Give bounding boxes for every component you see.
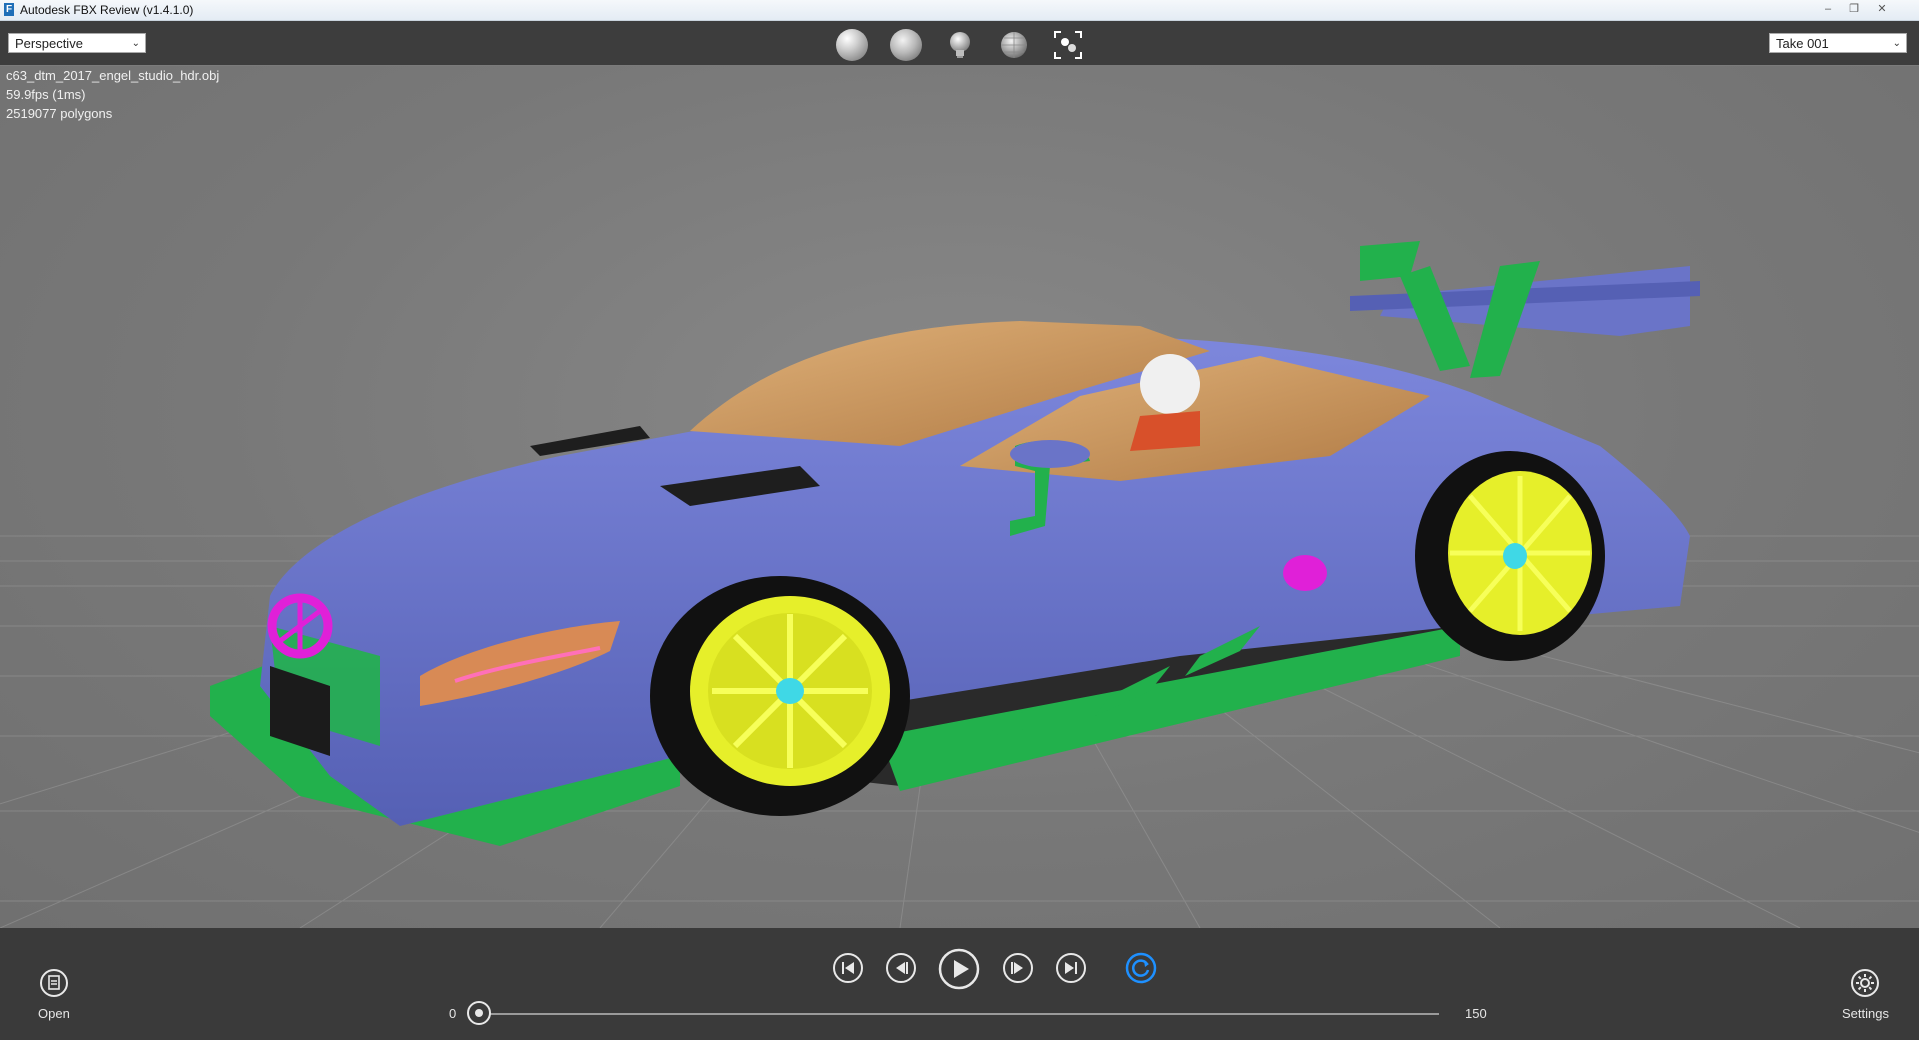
camera-select-value: Perspective [15, 36, 83, 51]
polygon-count-label: 2519077 polygons [6, 106, 113, 121]
go-to-end-icon[interactable] [1055, 952, 1087, 989]
frame-all-icon[interactable] [1052, 29, 1084, 61]
settings-label[interactable]: Settings [1842, 1006, 1889, 1021]
open-label[interactable]: Open [38, 1006, 70, 1021]
gear-icon[interactable] [1850, 968, 1880, 1003]
light-bulb-icon[interactable] [944, 29, 976, 61]
file-name-label: c63_dtm_2017_engel_studio_hdr.obj [6, 68, 220, 83]
camera-select[interactable]: Perspective ⌄ [8, 33, 146, 53]
take-select-value: Take 001 [1776, 36, 1829, 51]
open-file-icon[interactable] [39, 968, 69, 1003]
end-frame-label: 150 [1465, 1006, 1487, 1021]
viewer-toolbar: Perspective ⌄ Take 001 ⌄ [0, 21, 1919, 65]
timeline-thumb[interactable] [467, 1001, 491, 1025]
scene-render [0, 241, 1919, 928]
smooth-sphere-icon[interactable] [890, 29, 922, 61]
minimize-button[interactable]: – [1817, 2, 1839, 16]
title-bar: F Autodesk FBX Review (v1.4.1.0) – ❐ ✕ [0, 0, 1919, 21]
chevron-down-icon: ⌄ [1892, 38, 1901, 49]
wireframe-sphere-icon[interactable] [998, 29, 1030, 61]
fps-label: 59.9fps (1ms) [6, 87, 86, 102]
app-logo-icon: F [4, 3, 14, 16]
car-front-wheel [650, 576, 910, 816]
take-select[interactable]: Take 001 ⌄ [1769, 33, 1907, 53]
start-frame-label: 0 [449, 1006, 457, 1021]
playback-bar: Open Settings [0, 928, 1919, 1040]
previous-frame-icon[interactable] [885, 952, 917, 989]
loop-icon[interactable] [1125, 952, 1157, 989]
close-button[interactable]: ✕ [1871, 2, 1893, 16]
next-frame-icon[interactable] [1002, 952, 1034, 989]
window-title: Autodesk FBX Review (v1.4.1.0) [20, 3, 194, 17]
play-icon[interactable] [938, 948, 980, 995]
car-rear-wheel [1415, 451, 1605, 661]
go-to-start-icon[interactable] [832, 952, 864, 989]
chevron-down-icon: ⌄ [131, 38, 140, 49]
timeline-slider[interactable] [479, 1013, 1439, 1015]
3d-viewport[interactable]: c63_dtm_2017_engel_studio_hdr.obj 59.9fp… [0, 66, 1919, 928]
shading-sphere-icon[interactable] [836, 29, 868, 61]
car-fuel-cap [1283, 555, 1327, 591]
restore-button[interactable]: ❐ [1843, 2, 1865, 16]
